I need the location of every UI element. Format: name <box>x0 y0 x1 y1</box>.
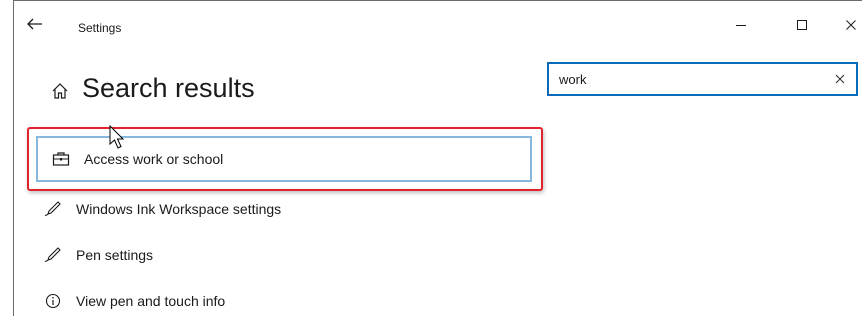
back-button[interactable] <box>24 13 46 35</box>
maximize-button[interactable] <box>792 15 812 35</box>
result-label: Pen settings <box>76 247 154 263</box>
close-button[interactable] <box>841 15 861 35</box>
pen-icon <box>44 200 62 218</box>
search-box[interactable] <box>547 62 858 96</box>
search-input[interactable] <box>559 68 819 90</box>
result-label: Windows Ink Workspace settings <box>76 201 282 217</box>
window-title: Settings <box>78 21 122 35</box>
title-bar: Settings <box>14 1 862 45</box>
mouse-cursor-icon <box>109 125 125 149</box>
pen-icon <box>44 246 62 264</box>
result-label: View pen and touch info <box>76 293 226 309</box>
home-button[interactable] <box>50 81 72 103</box>
result-item-windows-ink-workspace-settings[interactable]: Windows Ink Workspace settings <box>44 191 281 227</box>
search-clear-button[interactable] <box>832 71 848 87</box>
settings-window: Settings Search results work Access work… <box>13 0 862 316</box>
back-arrow-icon <box>27 18 42 30</box>
result-item-view-pen-and-touch-info[interactable]: View pen and touch info <box>44 283 225 319</box>
close-icon <box>846 20 856 30</box>
minimize-icon <box>736 25 746 26</box>
close-icon <box>835 74 845 84</box>
minimize-button[interactable] <box>731 15 751 35</box>
result-item-pen-settings[interactable]: Pen settings <box>44 237 153 273</box>
page-title: Search results <box>82 73 255 103</box>
info-icon <box>44 292 62 310</box>
briefcase-icon <box>52 150 70 168</box>
result-label: Access work or school <box>84 151 224 167</box>
home-icon <box>52 83 68 99</box>
maximize-icon <box>797 20 807 30</box>
